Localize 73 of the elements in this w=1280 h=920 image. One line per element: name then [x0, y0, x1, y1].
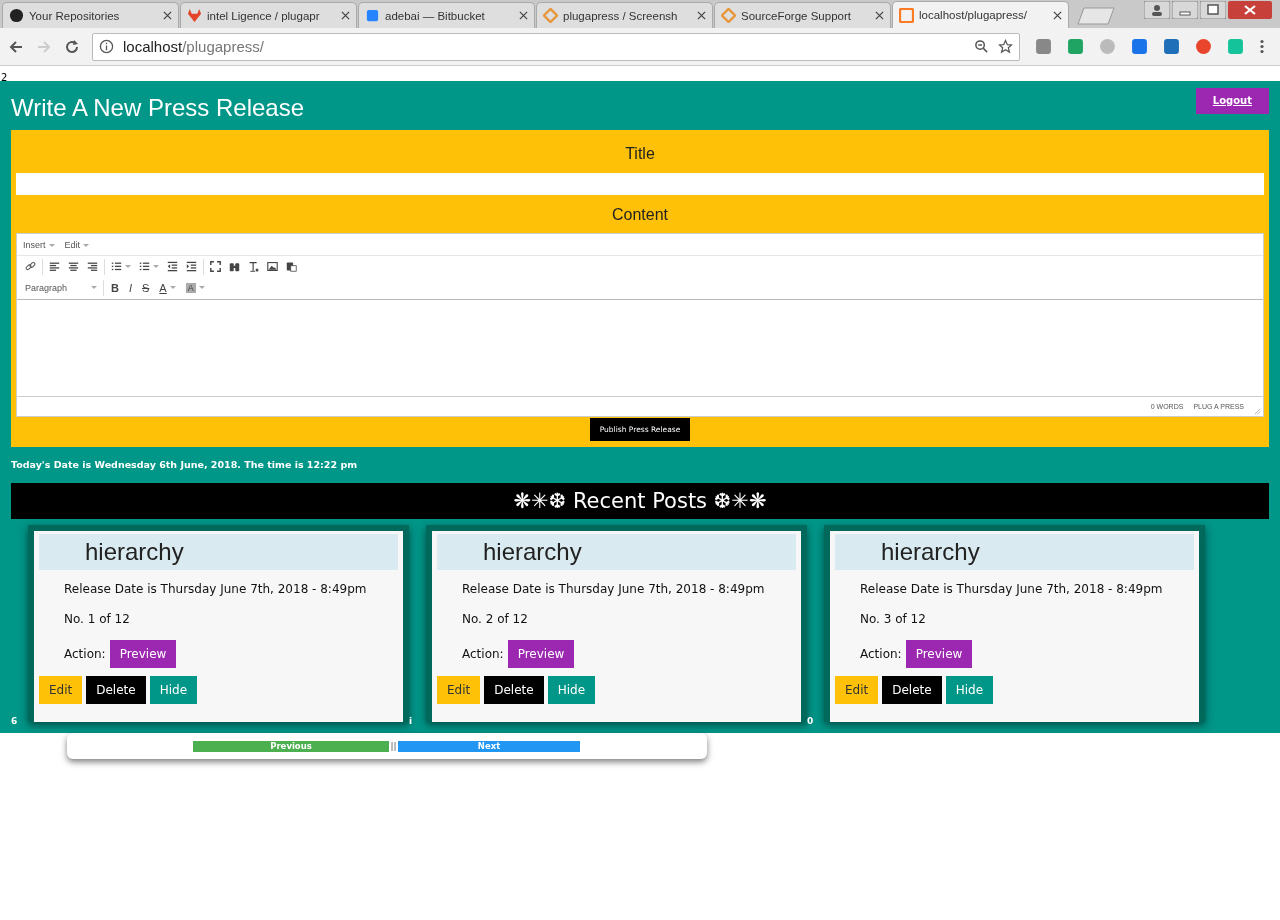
resize-handle-icon[interactable] [1254, 408, 1261, 415]
close-icon[interactable] [341, 11, 350, 20]
close-icon[interactable] [875, 11, 884, 20]
edit-button[interactable]: Edit [39, 676, 83, 704]
browser-tab[interactable]: plugapress / Screensh [536, 2, 713, 28]
reload-icon[interactable] [64, 38, 80, 55]
close-icon[interactable] [1228, 1, 1272, 19]
editor-menu[interactable]: Insert [23, 239, 55, 250]
post-title: hierarchy [483, 538, 582, 566]
stray-character: 0 [807, 715, 815, 728]
close-icon[interactable] [519, 11, 528, 20]
frame-icon [899, 7, 914, 23]
italic-button[interactable]: I [123, 281, 137, 294]
release-date: Release Date is Thursday June 7th, 2018 - 8:49pm [461, 581, 766, 598]
post-title: hierarchy [881, 538, 980, 566]
post-number: No. 2 of 12 [461, 611, 529, 628]
action-label: Action: [860, 646, 902, 663]
background-button[interactable]: A [180, 282, 210, 293]
info-icon[interactable] [99, 39, 114, 54]
fox-icon [187, 8, 202, 23]
browser-tab[interactable]: intel Ligence / plugapr [180, 2, 357, 28]
stray-character: i [409, 715, 414, 728]
delete-button[interactable]: Delete [86, 676, 146, 704]
hide-button[interactable]: Hide [149, 676, 198, 704]
release-date: Release Date is Thursday June 7th, 2018 - 8:49pm [859, 581, 1164, 598]
stray-character: 6 [11, 715, 19, 728]
close-icon[interactable] [697, 11, 706, 20]
post-number: No. 1 of 12 [63, 611, 131, 628]
block-format-dropdown[interactable]: Paragraph [21, 282, 101, 293]
user-icon[interactable] [1144, 1, 1170, 19]
date-text: Today's Date is Wednesday 6th June, 2018. The time is 12:22 pm [11, 458, 359, 472]
delete-button[interactable]: Delete [484, 676, 544, 704]
square-icon [365, 8, 380, 23]
zoom-icon[interactable] [974, 39, 989, 54]
editor-menu[interactable]: Edit [64, 239, 90, 250]
browser-tab[interactable]: Your Repositories [2, 2, 179, 28]
bold-button[interactable]: B [106, 281, 124, 294]
release-date: Release Date is Thursday June 7th, 2018 - 8:49pm [63, 581, 368, 598]
close-icon[interactable] [1053, 10, 1062, 20]
separator: || [389, 741, 398, 751]
color-button[interactable]: A [154, 281, 181, 294]
page-title: Write A New Press Release [11, 93, 304, 122]
page-counter: 2 [0, 71, 8, 85]
logout-button[interactable]: Logout [1195, 88, 1269, 114]
square-icon[interactable] [1163, 38, 1180, 55]
browser-tab[interactable]: localhost/plugapress/ [892, 1, 1069, 28]
strike-button[interactable]: S [137, 281, 155, 294]
title-input-field[interactable] [16, 173, 1264, 195]
browser-tab[interactable]: SourceForge Support [714, 2, 891, 28]
back-icon[interactable] [8, 38, 24, 55]
action-label: Action: [64, 646, 106, 663]
post-number: No. 3 of 12 [859, 611, 927, 628]
preview-button[interactable]: Preview [905, 640, 973, 668]
field-label: Content [610, 205, 669, 225]
browser-tab[interactable]: adebai — Bitbucket [358, 2, 535, 28]
diamond-icon [721, 8, 736, 23]
action-label: Action: [462, 646, 504, 663]
address-field[interactable]: localhost/plugapress/ [92, 32, 1020, 61]
maximize-icon[interactable] [1200, 1, 1226, 19]
preview-button[interactable]: Preview [109, 640, 177, 668]
star-icon[interactable] [998, 39, 1013, 54]
hide-button[interactable]: Hide [547, 676, 596, 704]
preview-button[interactable]: Preview [507, 640, 575, 668]
edit-button[interactable]: Edit [437, 676, 481, 704]
delete-button[interactable]: Delete [882, 676, 942, 704]
hide-button[interactable]: Hide [945, 676, 994, 704]
menu-icon[interactable] [1259, 38, 1265, 55]
post-title: hierarchy [85, 538, 184, 566]
edit-button[interactable]: Edit [835, 676, 879, 704]
diamond-icon [543, 8, 558, 23]
close-icon[interactable] [163, 11, 172, 20]
field-label: Title [624, 144, 656, 164]
section-title: ❋✳❆ Recent Posts ❆✳❋ [513, 489, 767, 513]
